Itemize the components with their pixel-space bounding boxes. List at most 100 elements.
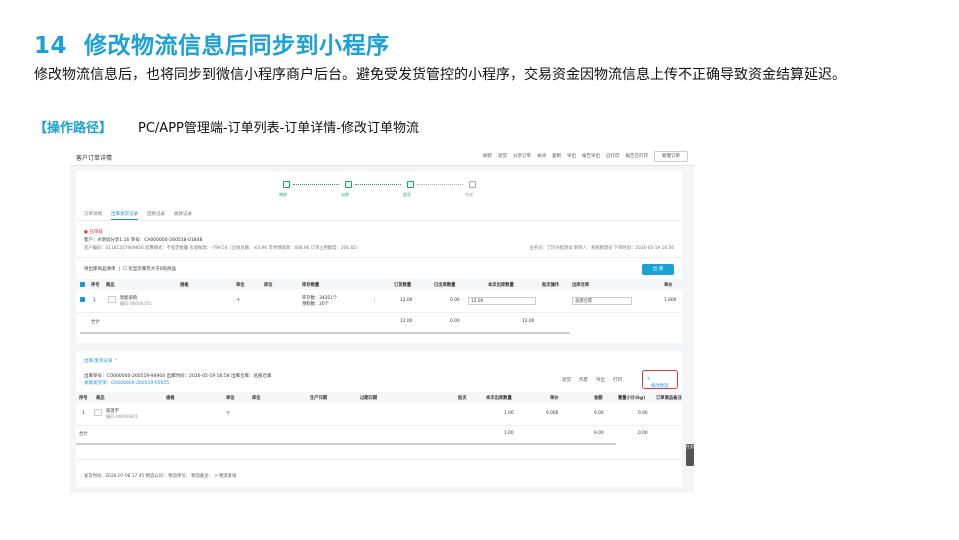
pending-filter: 待出库商品清单 | ☐ 仅显示库存大于0的商品 <box>84 267 177 272</box>
divider <box>76 257 682 258</box>
column-header: 批次 <box>458 396 467 401</box>
product-code: 编码 86006701 <box>120 302 152 307</box>
column-header: 商品 <box>96 396 105 401</box>
report-export-button[interactable]: 报告导出 <box>582 153 600 159</box>
row-checkbox[interactable] <box>80 297 85 302</box>
column-header: 出库仓库 <box>572 283 590 288</box>
order-detail-screenshot: 客户订单详情 刷新 退货 分享订单 关闭 复制 导出 报告导出 已打印 报告已打… <box>70 148 694 493</box>
tab-payment-records[interactable]: 回款记录 <box>147 211 165 220</box>
step-label: 发货 <box>403 192 411 197</box>
more-icon[interactable]: ⋮ <box>372 298 376 303</box>
warehouse-select[interactable]: 总部仓库 <box>572 297 632 305</box>
record-total-row: 合计 1.00 9.00 0.00 <box>76 429 682 439</box>
column-header: 过期日期 <box>360 396 378 401</box>
divider <box>76 459 682 460</box>
step-label: 出库 <box>341 192 349 197</box>
step-connector <box>417 184 463 185</box>
doc-icon <box>468 181 476 188</box>
new-order-button[interactable]: 新增订单 <box>654 151 688 162</box>
total-label: 合计 <box>91 320 100 325</box>
truck-icon <box>406 181 414 188</box>
record-title[interactable]: 出库/发货记录 ⌃ <box>84 358 118 364</box>
step-label: 审核 <box>279 192 287 197</box>
column-header: 规格 <box>166 396 175 401</box>
record-info: 出库单号：CO000000-260519-94904 出库时间：2026-05-… <box>84 374 272 379</box>
step-connector <box>355 184 401 185</box>
slide-number: 14 <box>34 33 68 59</box>
outbound-qty: 1.00 <box>504 411 514 416</box>
modify-logistics-label: 修改物流 <box>651 384 669 389</box>
row-index: 1 <box>93 298 96 303</box>
column-header: 重量小计(kg) <box>618 396 646 401</box>
tab-receipt-records[interactable]: 收款记录 <box>174 211 192 220</box>
box-icon <box>344 181 352 188</box>
column-header: 批次操作 <box>542 283 560 288</box>
total-amount: 9.00 <box>594 431 604 436</box>
record-void-button[interactable]: 作废 <box>579 377 588 383</box>
record-link[interactable]: 关联发货单：CR000000-260519-05055 <box>84 380 169 386</box>
amount: 9.00 <box>594 411 604 416</box>
weight: 0.00 <box>638 411 648 416</box>
step-outbound: 出库 <box>341 181 353 198</box>
customer-info: 客户：#测试分享1.16 单号：CA000000-260518-01848 <box>84 238 203 243</box>
slide-title: 14 修改物流信息后同步到小程序 <box>34 26 390 60</box>
progress-steps: 审核 出库 发货 完成 <box>279 181 481 203</box>
step-ship: 发货 <box>403 181 415 198</box>
slide: 14 修改物流信息后同步到小程序 修改物流信息后，也将同步到微信小程序商户后台。… <box>0 0 959 540</box>
side-task-tab[interactable]: 任务 <box>686 444 694 466</box>
chevron-up-icon: ⌃ <box>113 359 118 364</box>
table-total-row: 合计 12.00 0.00 12.00 <box>76 317 682 327</box>
return-button[interactable]: 退货 <box>498 153 507 159</box>
select-all-checkbox[interactable] <box>80 282 85 287</box>
shipping-record-card: 出库/发货记录 ⌃ 出库单号：CO000000-260519-94904 出库时… <box>76 351 682 487</box>
step-connector <box>293 184 339 185</box>
outbound-qty-input[interactable]: 12.00 <box>468 297 536 305</box>
column-header: 单价 <box>664 283 673 288</box>
copy-button[interactable]: 复制 <box>552 153 561 159</box>
column-header: 规格 <box>180 283 189 288</box>
order-meta: 业务员：丁玲分配测试 制单人：系统管理员 下单时间：2026-05-19 16:… <box>529 246 674 251</box>
toolbar: 刷新 退货 分享订单 关闭 复制 导出 报告导出 已打印 报告已打印 <box>483 153 648 159</box>
modify-logistics-button[interactable]: ✎ 修改物流 <box>642 370 678 389</box>
horizontal-scrollbar[interactable] <box>80 332 570 334</box>
filter-label: 待出库商品清单 <box>84 267 116 272</box>
detail-tabs: 订单详情 出库发货记录 回款记录 收款记录 <box>84 211 192 220</box>
outbound-button[interactable]: 出 库 <box>642 264 674 275</box>
column-header: 本次出库数量 <box>486 396 512 401</box>
unit: 个 <box>226 412 231 417</box>
record-table-header: 序号 商品 规格 单位 库位 生产日期 过期日期 批次 本次出库数量 单价 金额… <box>76 392 682 403</box>
filter-check-label: 仅显示库存大于0的商品 <box>128 267 177 272</box>
record-export-button[interactable]: 导出 <box>596 377 605 383</box>
refresh-button[interactable]: 刷新 <box>483 153 492 159</box>
table-header: 序号 商品 规格 单位 库位 库存数量 订货数量 已出库数量 本次出库数量 批次… <box>76 279 682 290</box>
step-label: 完成 <box>465 192 473 197</box>
slide-description: 修改物流信息后，也将同步到微信小程序商户后台。避免受发货管控的小程序，交易资金因… <box>34 67 846 83</box>
share-order-button[interactable]: 分享订单 <box>513 153 531 159</box>
horizontal-scrollbar[interactable] <box>76 443 616 445</box>
column-header: 序号 <box>91 283 100 288</box>
stock-filter-checkbox[interactable]: ☐ <box>123 267 127 272</box>
unit-price: 9.000 <box>546 411 559 416</box>
report-printed-button[interactable]: 报告已打印 <box>626 153 649 159</box>
account-info: 客户编码：01181207869856 结算模式：不固定数量 应收账款：-799… <box>84 246 361 251</box>
column-header: 单价 <box>550 396 559 401</box>
column-header: 单位 <box>226 396 235 401</box>
printed-button[interactable]: 已打印 <box>606 153 620 159</box>
path-label: 【操作路径】 <box>34 121 113 136</box>
path-text: PC/APP管理端-订单列表-订单详情-修改订单物流 <box>138 121 419 136</box>
product-code: 编码 86006801 <box>106 415 138 420</box>
total-outbound: 12.00 <box>522 319 535 324</box>
record-return-button[interactable]: 退货 <box>562 377 571 383</box>
close-button[interactable]: 关闭 <box>537 153 546 159</box>
shipping-footer: 发货时间：2026-07-08 17:45 物流公司： 物流单号： 物流备注： … <box>84 474 237 479</box>
slide-title-text: 修改物流信息后同步到小程序 <box>84 33 390 59</box>
column-header: 库位 <box>252 396 261 401</box>
operation-path: 【操作路径】 PC/APP管理端-订单列表-订单详情-修改订单物流 <box>34 117 419 136</box>
table-row: 1 智能采购 编码 86006701 个 库存数：34351个 预购数：20个 … <box>76 292 682 312</box>
export-button[interactable]: 导出 <box>567 153 576 159</box>
total-weight: 0.00 <box>638 431 648 436</box>
tab-shipping-records[interactable]: 出库发货记录 <box>111 211 138 220</box>
divider <box>76 220 682 221</box>
record-print-button[interactable]: 打印 <box>613 377 622 383</box>
tab-order-detail[interactable]: 订单详情 <box>84 211 102 220</box>
